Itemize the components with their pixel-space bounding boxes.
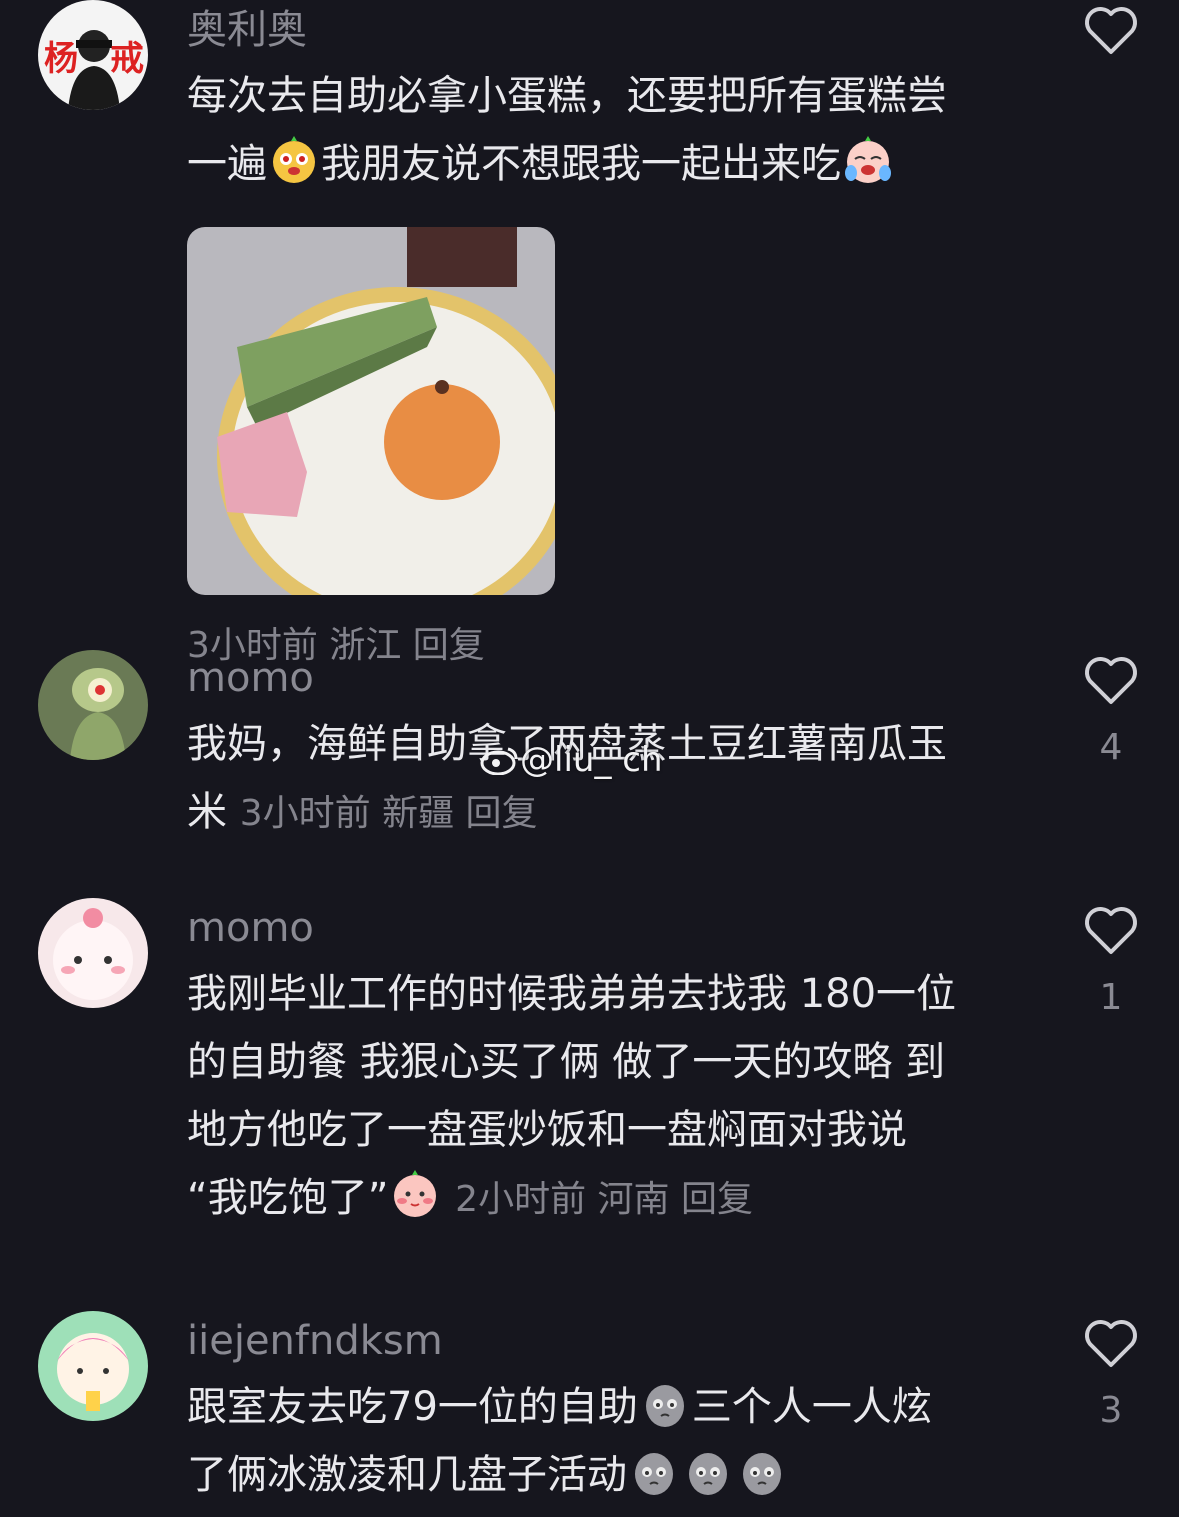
blushing-emoji-icon <box>390 1169 440 1219</box>
sad-potato-emoji-icon <box>629 1446 679 1496</box>
username[interactable]: momo <box>187 906 314 950</box>
like-button[interactable]: 4 <box>1082 654 1140 768</box>
heart-icon <box>1085 907 1137 954</box>
svg-text:杨: 杨 <box>44 39 78 79</box>
cute-face-emoji-icon <box>269 135 319 185</box>
cake-photo[interactable] <box>187 227 555 595</box>
comment-meta: 2小时前 河南 回复 <box>455 1179 753 1220</box>
username[interactable]: 奥利奥 <box>187 8 307 52</box>
sad-potato-emoji-icon <box>683 1446 733 1496</box>
comment-text: 我刚毕业工作的时候我弟弟去找我 180一位 的自助餐 我狠心买了俩 做了一天的攻… <box>187 971 957 1221</box>
like-button[interactable]: 1 <box>1082 904 1140 1018</box>
username[interactable]: momo <box>187 656 314 700</box>
username[interactable]: iiejenfndksm <box>187 1319 443 1363</box>
comment-text: 每次去自助必拿小蛋糕，还要把所有蛋糕尝 一遍 我朋友说不想跟我一起出来吃 <box>187 73 947 187</box>
comment-meta: 3小时前 新疆 回复 <box>239 793 538 834</box>
avatar[interactable] <box>38 898 148 1008</box>
sad-potato-emoji-icon <box>640 1378 690 1428</box>
like-count: 4 <box>1099 727 1123 768</box>
avatar[interactable] <box>38 650 148 760</box>
heart-icon <box>1085 7 1137 54</box>
like-count: 3 <box>1099 1390 1123 1431</box>
weibo-icon <box>480 747 518 776</box>
heart-icon <box>1085 1320 1137 1367</box>
like-button[interactable]: 3 <box>1082 1317 1140 1431</box>
comment-text: 跟室友去吃79一位的自助 三个人一人炫 了俩冰激凌和几盘子活动 <box>187 1373 1017 1509</box>
heart-icon <box>1085 657 1137 704</box>
crying-emoji-icon <box>843 135 893 185</box>
sad-potato-emoji-icon <box>737 1446 787 1496</box>
like-button[interactable] <box>1082 4 1140 56</box>
like-count: 1 <box>1099 977 1123 1018</box>
avatar[interactable]: 杨 戒 <box>38 0 148 110</box>
svg-text:戒: 戒 <box>110 39 144 79</box>
avatar[interactable] <box>38 1311 148 1421</box>
weibo-watermark: @liu_ ch <box>480 740 663 780</box>
